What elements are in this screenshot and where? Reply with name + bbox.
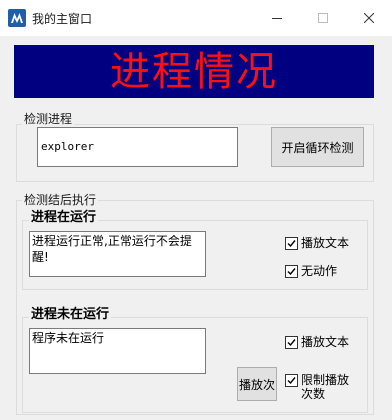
play-count-button[interactable]: 播放次 [237,367,277,401]
not-running-message-textarea[interactable]: 程序未在运行 [29,328,206,374]
window-title: 我的主窗口 [32,12,93,26]
checkmark-icon [287,240,296,248]
limit-play-count-checkbox[interactable]: 限制播放次数 [285,373,357,401]
maximize-button[interactable] [300,0,346,36]
checkbox-label: 播放文本 [301,236,350,250]
not-running-title: 进程未在运行 [29,303,112,322]
running-no-action-checkbox[interactable]: 无动作 [285,264,337,278]
checkbox-box [285,374,298,387]
checkmark-icon [287,377,296,385]
close-icon [364,13,374,23]
status-banner: 进程情况 [14,45,374,98]
client-area: 进程情况 检测进程 explorer 开启循环检测 检测结后执行 进程在运行 进… [0,36,392,420]
running-title: 进程在运行 [29,206,99,225]
start-loop-detect-button[interactable]: 开启循环检测 [271,127,364,167]
checkmark-icon [287,268,296,276]
checkmark-icon [287,339,296,347]
detect-process-label: 检测进程 [22,110,75,127]
close-button[interactable] [346,0,392,36]
running-message-textarea[interactable]: 进程运行正常,正常运行不会提醒! [29,231,206,277]
minimize-button[interactable] [254,0,300,36]
process-name-input[interactable]: explorer [37,127,238,167]
title-bar[interactable]: 我的主窗口 [0,0,392,36]
checkbox-label: 播放文本 [301,335,350,349]
checkbox-box [285,336,298,349]
minimize-icon [272,18,282,19]
checkbox-label: 限制播放次数 [301,373,350,401]
checkbox-label: 无动作 [301,264,338,278]
checkbox-box [285,265,298,278]
checkbox-box [285,237,298,250]
running-play-text-checkbox[interactable]: 播放文本 [285,236,349,250]
app-logo-icon [8,9,26,27]
not-running-play-text-checkbox[interactable]: 播放文本 [285,335,349,349]
maximize-icon [318,13,328,23]
banner-text: 进程情况 [110,48,278,95]
